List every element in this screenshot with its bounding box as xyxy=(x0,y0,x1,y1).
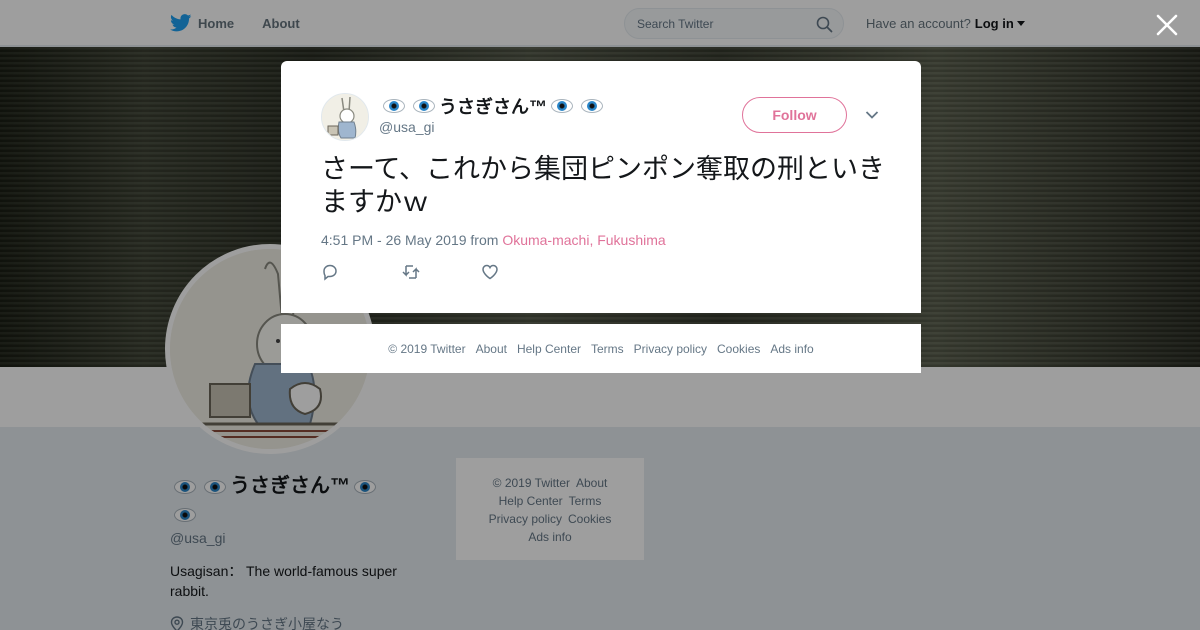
follow-button[interactable]: Follow xyxy=(742,97,847,133)
tweet-author-name[interactable]: うさぎさん™ xyxy=(379,93,607,119)
modal-footer-terms-link[interactable]: Terms xyxy=(591,342,624,356)
retweet-action[interactable] xyxy=(401,263,481,286)
tweet-author-avatar[interactable] xyxy=(321,93,369,141)
rabbit-avatar-icon xyxy=(322,94,368,140)
tweet-author-name-text: うさぎさん™ xyxy=(439,97,547,117)
tweet-from-label: from xyxy=(470,232,499,248)
eye-emoji-icon xyxy=(413,99,435,113)
modal-footer-cookies-link[interactable]: Cookies xyxy=(717,342,760,356)
like-action[interactable] xyxy=(481,263,561,286)
heart-icon xyxy=(482,264,498,280)
eye-emoji-icon xyxy=(551,99,573,113)
tweet-place-link[interactable]: Okuma-machi, Fukushima xyxy=(502,232,665,248)
reply-icon xyxy=(323,264,337,281)
retweet-icon xyxy=(402,265,420,279)
tweet-author-handle[interactable]: @usa_gi xyxy=(379,119,434,135)
modal-footer-copyright: © 2019 Twitter xyxy=(388,341,466,356)
eye-emoji-icon xyxy=(581,99,603,113)
tweet-modal: うさぎさん™ @usa_gi Follow さーて、これから集団ピンポン奪取の刑… xyxy=(281,61,921,313)
modal-footer-help-link[interactable]: Help Center xyxy=(517,342,581,356)
close-icon[interactable] xyxy=(1154,12,1180,38)
tweet-meta: 4:51 PM - 26 May 2019 from Okuma-machi, … xyxy=(321,232,666,248)
tweet-actions xyxy=(321,263,561,286)
eye-emoji-icon xyxy=(383,99,405,113)
modal-footer-about-link[interactable]: About xyxy=(476,342,507,356)
tweet-text: さーて、これから集団ピンポン奪取の刑といきますかｗ xyxy=(321,154,886,218)
modal-footer-ads-link[interactable]: Ads info xyxy=(770,342,813,356)
modal-footer: © 2019 Twitter About Help Center Terms P… xyxy=(281,324,921,373)
reply-action[interactable] xyxy=(321,263,401,286)
chevron-down-icon[interactable] xyxy=(865,110,879,120)
modal-footer-privacy-link[interactable]: Privacy policy xyxy=(634,342,707,356)
tweet-timestamp[interactable]: 4:51 PM - 26 May 2019 xyxy=(321,232,467,248)
